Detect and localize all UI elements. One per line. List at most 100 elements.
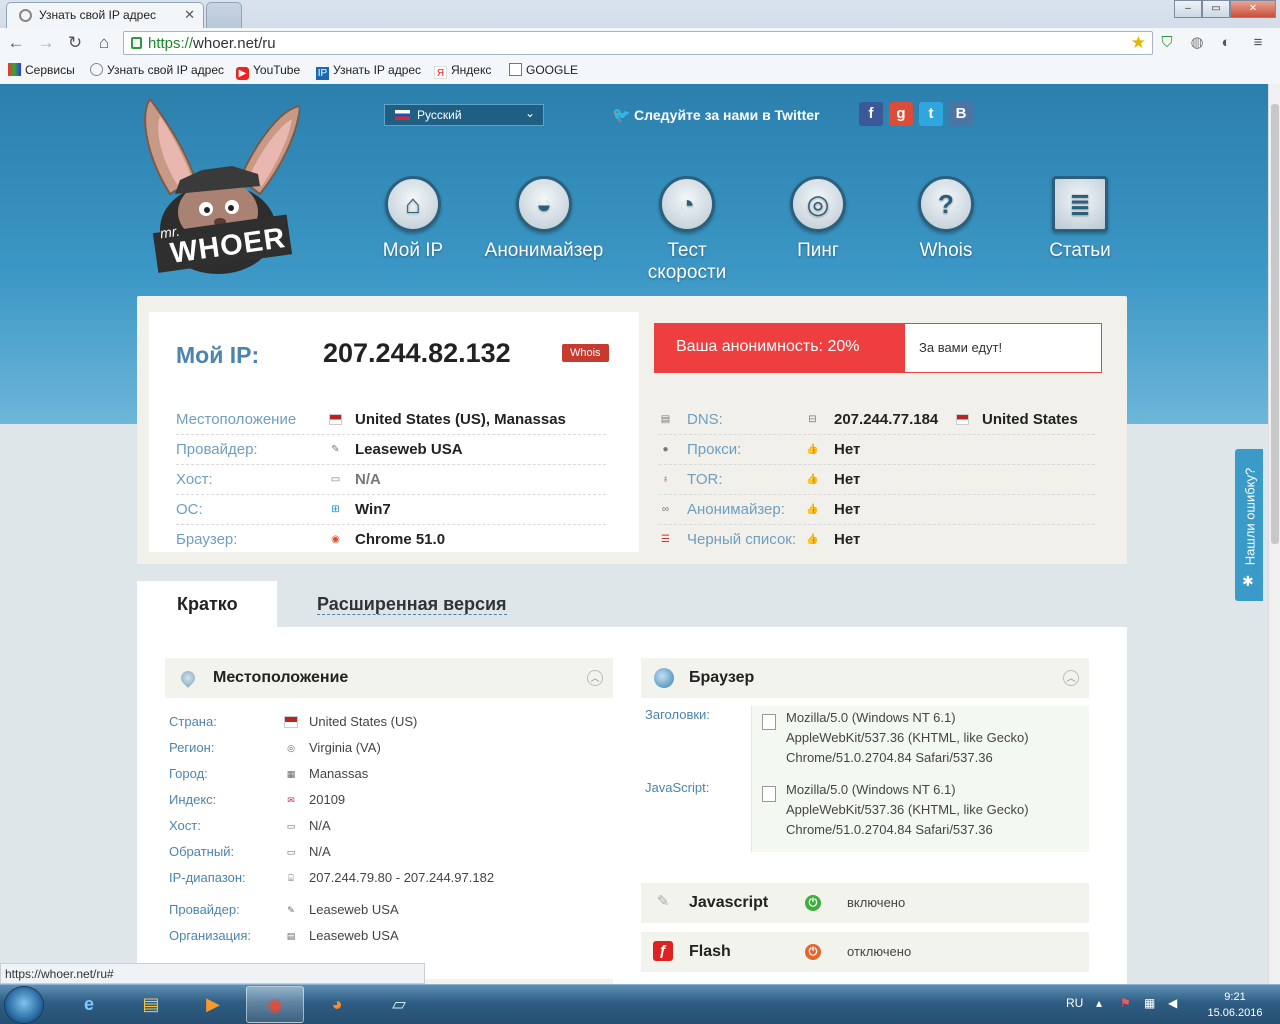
question-icon: ? bbox=[918, 176, 974, 232]
tab-extended[interactable]: Расширенная версия bbox=[317, 594, 507, 615]
explorer-folder-icon[interactable]: ▤ bbox=[122, 986, 180, 1023]
bookmark-yandex[interactable]: Я Яндекс bbox=[434, 63, 491, 79]
whois-button[interactable]: Whois bbox=[562, 344, 609, 362]
collapse-icon[interactable]: ︿ bbox=[587, 670, 603, 686]
ip-address[interactable]: 207.244.82.132 bbox=[323, 338, 511, 369]
thumbs-up-icon: 👍 bbox=[806, 474, 819, 485]
us-flag-icon bbox=[329, 414, 342, 425]
home-icon[interactable]: ⌂ bbox=[94, 33, 114, 53]
volume-icon[interactable]: ◀ bbox=[1168, 996, 1177, 1010]
nav-articles[interactable]: ≣ Статьи bbox=[1020, 176, 1140, 262]
flash-icon: ƒ bbox=[653, 941, 673, 961]
twitter-follow-link[interactable]: 🐦 Следуйте за нами в Twitter bbox=[612, 106, 819, 124]
anonymity-indicator: Ваша анонимность: 20% За вами едут! bbox=[654, 323, 1102, 373]
page-scrollbar[interactable] bbox=[1268, 84, 1280, 984]
nav-whois[interactable]: ? Whois bbox=[886, 176, 1006, 262]
windows-icon: ⊞ bbox=[331, 504, 340, 515]
nav-ping[interactable]: ◎ Пинг bbox=[758, 176, 878, 262]
provider-icon: ✎ bbox=[287, 905, 295, 915]
extension-icon[interactable]: ◐ bbox=[1216, 33, 1236, 53]
start-button[interactable] bbox=[4, 986, 44, 1024]
language-select[interactable]: Русский ⌄ bbox=[384, 104, 544, 126]
close-tab-icon[interactable]: ✕ bbox=[184, 7, 195, 23]
proxy-spy-icon: ● bbox=[662, 444, 669, 455]
bookmark-ip-search[interactable]: Узнать свой IP адрес bbox=[90, 63, 224, 77]
forward-icon[interactable]: → bbox=[36, 33, 56, 53]
tor-onion-icon: ♁ bbox=[661, 474, 670, 485]
nav-speed-test[interactable]: ◔ Тест скорости bbox=[627, 176, 747, 284]
thumbs-up-icon: 👍 bbox=[806, 534, 819, 545]
windows-taskbar: e ▤ ▶ ◉ ◕ ▱ RU ▴ ⚑ ▦ ◀ 9:21 15.06.2016 bbox=[0, 984, 1280, 1024]
ip-summary-card: Мой IP: 207.244.82.132 Whois Местоположе… bbox=[137, 296, 1127, 564]
tab-strip: Узнать свой IP адрес ✕ – ▭ ✕ bbox=[0, 0, 1280, 28]
nav-anonymizer[interactable]: ◒ Анонимайзер bbox=[484, 176, 604, 262]
close-window-button[interactable]: ✕ bbox=[1230, 0, 1276, 18]
google-icon[interactable]: g bbox=[889, 102, 913, 126]
search-favicon-icon bbox=[19, 9, 32, 22]
map-pin-icon bbox=[178, 668, 198, 688]
radar-icon: ◎ bbox=[790, 176, 846, 232]
browser-section-header[interactable]: Браузер ︿ bbox=[641, 658, 1089, 698]
reload-icon[interactable]: ↻ bbox=[65, 33, 85, 53]
firefox-icon[interactable]: ◕ bbox=[308, 986, 366, 1023]
globe-extension-icon[interactable]: ◍ bbox=[1187, 33, 1207, 53]
vkontakte-icon[interactable]: B bbox=[949, 102, 973, 126]
address-bar[interactable]: https://whoer.net/ru ★ bbox=[123, 31, 1153, 55]
location-section-header[interactable]: Местоположение ︿ bbox=[165, 658, 613, 698]
details-panel: Местоположение ︿ Страна: United States (U… bbox=[137, 627, 1127, 984]
host-icon: ▭ bbox=[286, 847, 296, 857]
scrollbar-thumb[interactable] bbox=[1271, 104, 1279, 544]
nav-my-ip[interactable]: ⌂ Мой IP bbox=[353, 176, 473, 262]
thumbs-up-icon: 👍 bbox=[806, 444, 819, 455]
globe-icon bbox=[654, 668, 674, 688]
network-tray-icon[interactable]: ▦ bbox=[1144, 996, 1155, 1010]
bookmarks-bar: Сервисы Узнать свой IP адрес ▶ YouTube IP… bbox=[0, 58, 1280, 84]
notepad-icon[interactable]: ▱ bbox=[370, 986, 428, 1023]
tab-short[interactable]: Кратко bbox=[137, 581, 277, 627]
anonymity-score: Ваша анонимность: 20% bbox=[655, 324, 905, 372]
url-host: whoer.net/ru bbox=[193, 35, 276, 52]
ip-row-os: ОС: ⊞ Win7 bbox=[176, 495, 606, 525]
facebook-icon[interactable]: f bbox=[859, 102, 883, 126]
menu-icon[interactable]: ≡ bbox=[1248, 33, 1268, 53]
check-row-proxy: ● Прокси: 👍 Нет bbox=[659, 435, 1095, 465]
bug-icon: ✱ bbox=[1242, 573, 1254, 589]
new-tab-button[interactable] bbox=[206, 2, 242, 28]
bookmark-star-icon[interactable]: ★ bbox=[1131, 33, 1146, 53]
headers-ua: Mozilla/5.0 (Windows NT 6.1) AppleWebKit… bbox=[786, 710, 1029, 765]
action-center-icon[interactable]: ⚑ bbox=[1120, 996, 1131, 1010]
browser-tab-active[interactable]: Узнать свой IP адрес ✕ bbox=[6, 2, 204, 28]
list-icon: ☰ bbox=[661, 534, 670, 545]
ip-row-location: Местоположение United States (US), Manas… bbox=[176, 405, 606, 435]
javascript-status-row: ✎ Javascript ⏻ включено bbox=[641, 883, 1089, 923]
collapse-icon[interactable]: ︿ bbox=[1063, 670, 1079, 686]
bookmark-google[interactable]: GOOGLE bbox=[509, 63, 578, 77]
organization-icon: ▤ bbox=[286, 931, 296, 941]
twitter-icon[interactable]: t bbox=[919, 102, 943, 126]
internet-explorer-icon[interactable]: e bbox=[60, 986, 118, 1023]
youtube-icon: ▶ bbox=[236, 67, 249, 80]
power-on-icon: ⏻ bbox=[805, 895, 821, 911]
shield-extension-icon[interactable]: ⛉ bbox=[1157, 33, 1177, 53]
check-row-blacklist: ☰ Черный список: 👍 Нет bbox=[659, 525, 1095, 555]
glasses-icon: ∞ bbox=[661, 504, 670, 515]
language-indicator[interactable]: RU bbox=[1066, 996, 1083, 1010]
tab-title: Узнать свой IP адрес bbox=[39, 8, 156, 22]
window-controls: – ▭ ✕ bbox=[1174, 0, 1276, 18]
maximize-button[interactable]: ▭ bbox=[1202, 0, 1230, 18]
feedback-button[interactable]: Нашли ошибку? ✱ bbox=[1235, 449, 1263, 601]
check-row-dns: ▤ DNS: ⊟ 207.244.77.184 United States bbox=[659, 405, 1095, 435]
bookmark-youtube[interactable]: ▶ YouTube bbox=[236, 63, 300, 80]
back-icon[interactable]: ← bbox=[6, 33, 26, 53]
chrome-taskbar-icon[interactable]: ◉ bbox=[246, 986, 304, 1023]
host-icon: ▭ bbox=[330, 474, 341, 485]
system-clock[interactable]: 9:21 15.06.2016 bbox=[1200, 989, 1270, 1021]
minimize-button[interactable]: – bbox=[1174, 0, 1202, 18]
us-flag-icon bbox=[956, 414, 969, 425]
bookmark-ip-address[interactable]: IP Узнать IP адрес bbox=[316, 63, 421, 80]
building-icon: ▦ bbox=[286, 769, 296, 779]
media-player-icon[interactable]: ▶ bbox=[184, 986, 242, 1023]
search-icon bbox=[90, 63, 103, 76]
show-hidden-icons[interactable]: ▴ bbox=[1096, 996, 1102, 1010]
bookmark-apps[interactable]: Сервисы bbox=[8, 63, 75, 77]
